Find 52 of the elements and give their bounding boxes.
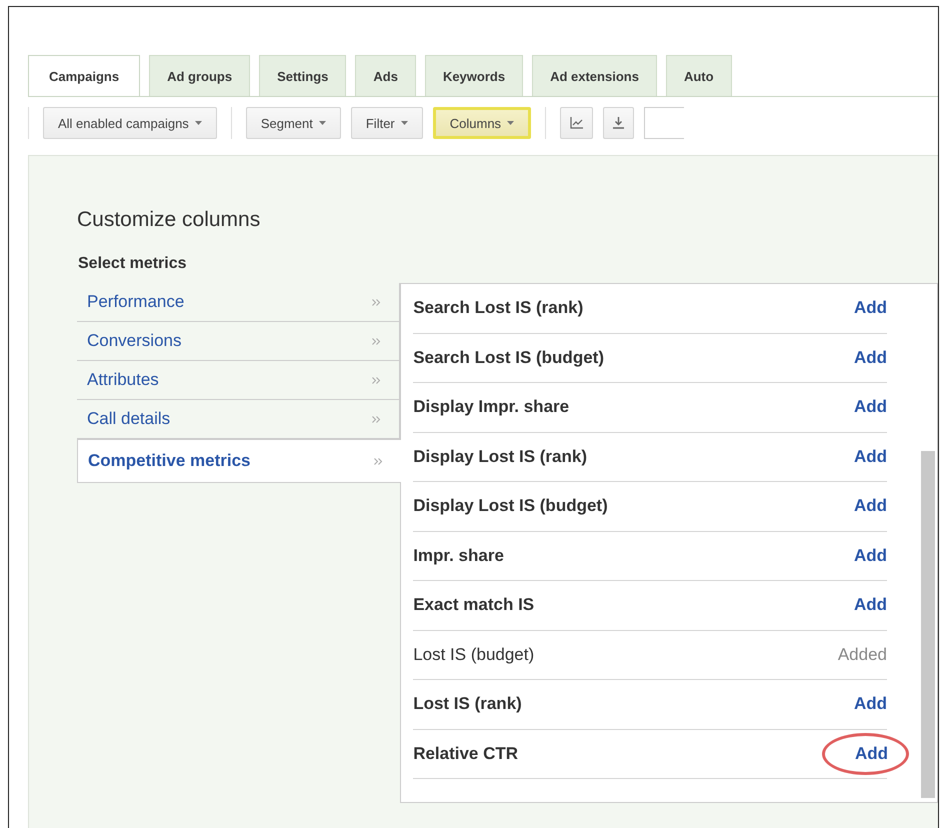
chart-icon [570, 117, 584, 129]
tab[interactable]: Auto [666, 55, 732, 96]
metric-name: Display Lost IS (budget) [413, 496, 608, 516]
dropdown-button[interactable]: All enabled campaigns [43, 107, 217, 139]
chevron-icon [372, 416, 382, 422]
add-link[interactable]: Add [854, 744, 888, 763]
dropdown-button[interactable]: Filter [350, 107, 423, 139]
add-link[interactable]: Add [854, 496, 887, 516]
add-link[interactable]: Add [854, 446, 887, 467]
tab[interactable]: Ad extensions [532, 55, 657, 96]
metric-name: Search Lost IS (rank) [413, 298, 584, 318]
metric-name: Lost IS (rank) [413, 694, 522, 714]
add-link[interactable]: Add [854, 694, 887, 714]
chevron-icon [372, 298, 382, 306]
dropdown-button[interactable]: Segment [246, 107, 341, 139]
chevron-icon [372, 376, 382, 384]
category-item[interactable]: Performance [77, 283, 400, 322]
input-field[interactable] [644, 107, 684, 139]
tab[interactable]: Ads [355, 55, 416, 96]
add-link[interactable]: Add [854, 546, 887, 566]
caret-icon [194, 121, 202, 125]
download-icon [613, 117, 624, 129]
chevron-icon [374, 458, 384, 464]
chevron-icon [372, 338, 382, 344]
section-heading: Select metrics [78, 255, 188, 273]
metric-name: Search Lost IS (budget) [413, 348, 604, 368]
tab[interactable]: Campaigns [28, 55, 140, 96]
scrollbar[interactable] [921, 451, 935, 798]
dialog-title: Customize columns [77, 208, 262, 232]
add-link[interactable]: Add [854, 298, 887, 318]
added-label: Added [838, 644, 887, 665]
download-button[interactable] [603, 107, 634, 139]
add-link[interactable]: Add [854, 348, 887, 368]
caret-icon [400, 121, 408, 125]
tab[interactable]: Settings [259, 55, 346, 96]
category-item[interactable]: Competitive metrics [77, 439, 402, 483]
metric-name: Impr. share [413, 546, 504, 566]
caret-icon [318, 121, 326, 125]
metric-name: Exact match IS [413, 595, 534, 616]
metric-name: Lost IS (budget) [413, 644, 534, 665]
metric-name: Display Impr. share [413, 397, 570, 418]
caret-icon [507, 121, 514, 125]
chart-button[interactable] [560, 107, 594, 139]
category-item[interactable]: Conversions [77, 322, 400, 361]
add-link[interactable]: Add [854, 397, 887, 418]
metric-name: Relative CTR [413, 744, 518, 764]
tab[interactable]: Ad groups [149, 55, 250, 96]
dropdown-button[interactable]: Columns [432, 107, 532, 139]
add-link[interactable]: Add [854, 595, 887, 616]
tab[interactable]: Keywords [424, 55, 524, 96]
metric-name: Display Lost IS (rank) [413, 446, 588, 467]
category-item[interactable]: Attributes [77, 361, 400, 400]
